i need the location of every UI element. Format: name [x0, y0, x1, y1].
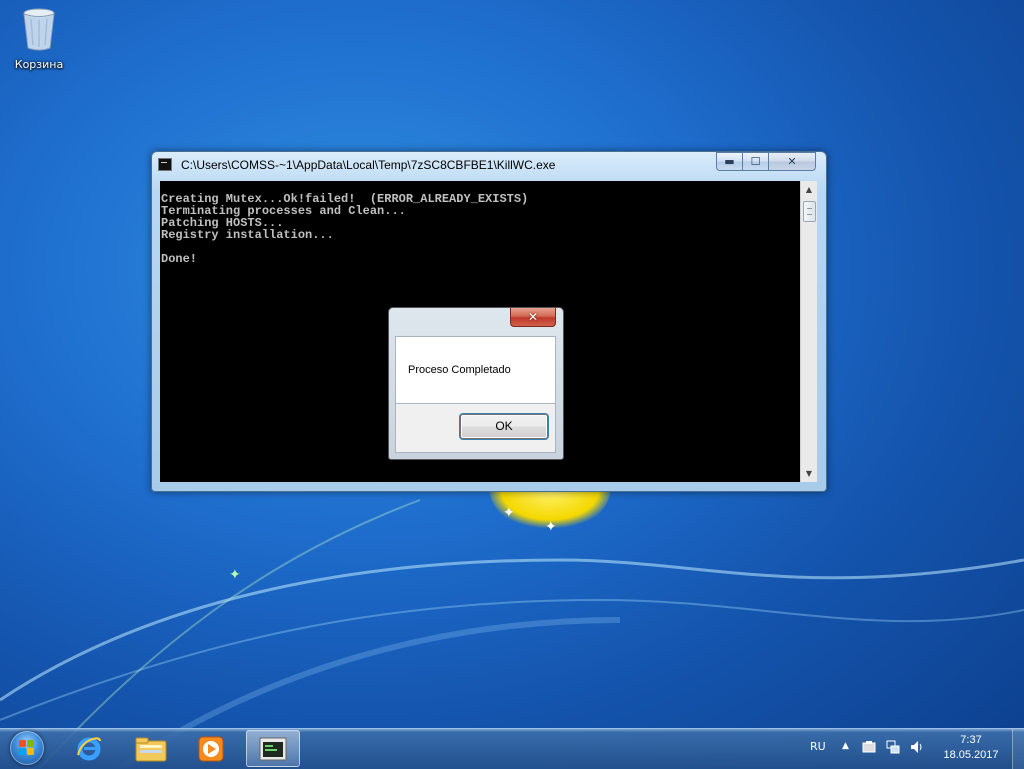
console-icon: [158, 158, 172, 171]
taskbar: RU ▲ 7:37 18.05.2017: [0, 728, 1024, 769]
internet-explorer-icon: [77, 737, 101, 761]
desktop-icon-recycle-bin[interactable]: Корзина: [10, 6, 68, 71]
scroll-down-arrow-icon[interactable]: ▼: [801, 465, 817, 482]
minimize-button[interactable]: ▬: [716, 152, 743, 171]
recycle-bin-icon: [20, 6, 58, 52]
wallpaper-sparkle: ✦: [545, 519, 557, 535]
file-explorer-icon: [135, 737, 167, 762]
start-button[interactable]: [4, 729, 50, 769]
wallpaper-sparkle: ✦: [503, 505, 515, 521]
wallpaper-sparkle: ✦: [229, 567, 241, 583]
taskbar-console-app[interactable]: [246, 730, 300, 767]
dialog-close-button[interactable]: ✕: [510, 308, 556, 327]
action-center-icon[interactable]: [862, 740, 876, 754]
taskbar-media-player[interactable]: [184, 730, 238, 767]
volume-icon[interactable]: [910, 740, 924, 754]
media-player-icon: [198, 736, 224, 762]
message-dialog[interactable]: ✕ Proceso Completado OK: [388, 307, 564, 460]
desktop-icon-label: Корзина: [14, 58, 64, 71]
show-desktop-button[interactable]: [1012, 729, 1024, 769]
window-title: C:\Users\COMSS-~1\AppData\Local\Temp\7zS…: [181, 158, 556, 172]
dialog-footer: OK: [395, 404, 556, 453]
ok-button[interactable]: OK: [460, 414, 548, 439]
console-line: Registry installation...: [161, 228, 334, 242]
close-button[interactable]: ✕: [768, 152, 816, 171]
system-clock[interactable]: 7:37 18.05.2017: [936, 733, 1006, 763]
dialog-body: Proceso Completado: [395, 336, 556, 404]
title-bar[interactable]: C:\Users\COMSS-~1\AppData\Local\Temp\7zS…: [152, 152, 826, 178]
clock-time: 7:37: [960, 734, 982, 746]
scroll-up-arrow-icon[interactable]: ▲: [801, 181, 817, 198]
language-indicator[interactable]: RU: [810, 740, 826, 753]
network-icon[interactable]: [886, 740, 900, 754]
windows-flag-icon: [19, 740, 35, 756]
console-line: Done!: [161, 252, 198, 266]
show-hidden-icons-button[interactable]: ▲: [842, 741, 849, 751]
clock-date: 18.05.2017: [943, 749, 999, 761]
scroll-thumb[interactable]: [803, 201, 816, 222]
taskbar-internet-explorer[interactable]: [62, 730, 116, 767]
vertical-scrollbar[interactable]: ▲ ▼: [800, 181, 817, 482]
taskbar-file-explorer[interactable]: [124, 730, 178, 767]
console-app-icon: [259, 737, 287, 761]
dialog-message: Proceso Completado: [408, 364, 511, 376]
maximize-button[interactable]: ☐: [742, 152, 769, 171]
